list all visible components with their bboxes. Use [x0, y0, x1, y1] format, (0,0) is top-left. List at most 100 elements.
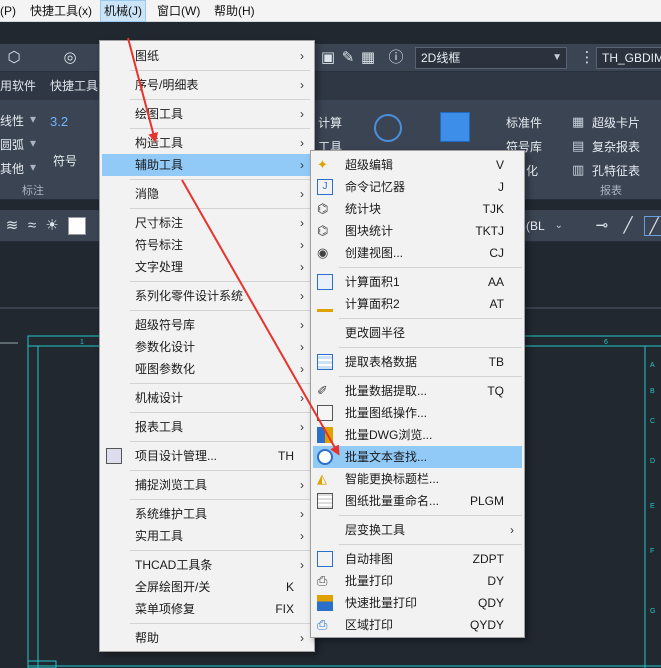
- dropdown-icon[interactable]: ⋮: [577, 48, 597, 68]
- menu-item-text-processing[interactable]: 文字处理 ›: [102, 256, 312, 278]
- submenu-item-batch-dwg-browse[interactable]: 批量DWG浏览...: [313, 424, 522, 446]
- menu-item-project-management[interactable]: 项目设计管理... TH: [102, 445, 312, 467]
- help-icon[interactable]: ⓘ: [386, 48, 406, 68]
- menu-item-thcad-toolbar[interactable]: THCAD工具条 ›: [102, 554, 312, 576]
- submenu-item-layer-transform[interactable]: 层变换工具 ›: [313, 519, 522, 541]
- menu-item-label: 统计块: [345, 202, 382, 216]
- menu-item-shortcut: TQ: [487, 384, 504, 398]
- roughness-icon[interactable]: 3.2: [50, 114, 68, 129]
- tab-software[interactable]: 用软件: [0, 72, 36, 100]
- menu-item-dumb-parametric[interactable]: 哑图参数化 ›: [102, 358, 312, 380]
- ribbon-super-card[interactable]: 超级卡片: [592, 114, 640, 131]
- submenu-item-batch-drawing-ops[interactable]: 批量图纸操作...: [313, 402, 522, 424]
- ribbon-digitize[interactable]: 化: [526, 162, 538, 179]
- render-icon[interactable]: ◎: [60, 48, 80, 68]
- menu-item-mechanical-design[interactable]: 机械设计 ›: [102, 387, 312, 409]
- save-icon[interactable]: ▣: [318, 48, 338, 68]
- lightbulb-icon[interactable]: ☀: [42, 216, 62, 236]
- dropdown-arrow-icon[interactable]: ▾: [30, 112, 36, 126]
- menu-item-aux-tools[interactable]: 辅助工具 ›: [102, 154, 312, 176]
- submenu-item-smart-titleblock[interactable]: ◭ 智能更换标题栏...: [313, 468, 522, 490]
- menu-item-label: 哑图参数化: [135, 362, 196, 376]
- chevron-right-icon: ›: [300, 289, 304, 303]
- ribbon-symbol[interactable]: 符号: [53, 152, 77, 169]
- submenu-item-auto-layout[interactable]: 自动排图 ZDPT: [313, 548, 522, 570]
- submenu-item-create-view[interactable]: ◉ 创建视图... CJ: [313, 242, 522, 264]
- hole-icon: ▥: [572, 162, 585, 177]
- menu-mechanical[interactable]: 机械(J): [100, 0, 146, 22]
- menu-item-fullscreen[interactable]: 全屏绘图开/关 K: [102, 576, 312, 598]
- ribbon-linear[interactable]: 线性: [0, 112, 24, 129]
- menu-item-label: 实用工具: [135, 529, 184, 543]
- menu-p[interactable]: (P): [0, 0, 16, 22]
- table-icon: ▦: [572, 114, 585, 129]
- menu-item-symbol-annotation[interactable]: 符号标注 ›: [102, 234, 312, 256]
- edit-icon[interactable]: ✎: [338, 48, 358, 68]
- menu-window[interactable]: 窗口(W): [157, 0, 200, 22]
- submenu-item-batch-text-find[interactable]: 批量文本查找...: [313, 446, 522, 468]
- submenu-item-batch-data-extract[interactable]: ✐ 批量数据提取... TQ: [313, 380, 522, 402]
- tab-quick-tools[interactable]: 快捷工具: [50, 72, 98, 100]
- chevron-right-icon: ›: [300, 529, 304, 543]
- chevron-right-icon: ›: [300, 362, 304, 376]
- color-swatch[interactable]: [68, 217, 86, 235]
- menu-item-hide[interactable]: 消隐 ›: [102, 183, 312, 205]
- menu-item-dimension[interactable]: 尺寸标注 ›: [102, 212, 312, 234]
- linetype-icon[interactable]: ⊸: [592, 216, 612, 236]
- menu-item-snap-browse[interactable]: 捕捉浏览工具 ›: [102, 474, 312, 496]
- submenu-item-count-blocks[interactable]: ⌬ 统计块 TJK: [313, 198, 522, 220]
- menu-help[interactable]: 帮助(H): [214, 0, 255, 22]
- submenu-item-quick-batch-print[interactable]: 快速批量打印 QDY: [313, 592, 522, 614]
- menu-item-label: 尺寸标注: [135, 216, 184, 230]
- group-report-label: 报表: [600, 185, 622, 197]
- cube-icon[interactable]: ⬡: [4, 48, 24, 68]
- menu-item-serial-bom[interactable]: 序号/明细表 ›: [102, 74, 312, 96]
- ribbon-calc[interactable]: 计算: [318, 114, 342, 131]
- submenu-item-change-radius[interactable]: 更改圆半径: [313, 322, 522, 344]
- menu-item-menu-repair[interactable]: 菜单项修复 FIX: [102, 598, 312, 620]
- submenu-item-block-stats[interactable]: ⌬ 图块统计 TKTJ: [313, 220, 522, 242]
- dim-style-select[interactable]: TH_GBDIM: [596, 47, 661, 69]
- submenu-item-command-memory[interactable]: J 命令记忆器 J: [313, 176, 522, 198]
- menu-item-shortcut: DY: [487, 574, 504, 588]
- submenu-item-super-edit[interactable]: ✦ 超级编辑 V: [313, 154, 522, 176]
- layer-icon[interactable]: ≋: [2, 216, 22, 236]
- menu-item-label: 提取表格数据: [345, 355, 418, 369]
- menu-item-shortcut: V: [495, 158, 504, 172]
- lineweight-icon[interactable]: ╱: [644, 216, 661, 236]
- 3d-blocks-icon[interactable]: [440, 112, 470, 142]
- visual-style-select[interactable]: 2D线框 ▼: [415, 47, 567, 69]
- dropdown-arrow-icon[interactable]: ▾: [30, 160, 36, 174]
- ribbon-standard-part[interactable]: 标准件: [506, 114, 542, 131]
- submenu-item-batch-print[interactable]: ⎙ 批量打印 DY: [313, 570, 522, 592]
- menu-item-utility-tools[interactable]: 实用工具 ›: [102, 525, 312, 547]
- menu-item-construct-tools[interactable]: 构造工具 ›: [102, 132, 312, 154]
- ribbon-arc[interactable]: 圆弧: [0, 136, 24, 153]
- submenu-item-area2[interactable]: 计算面积2 AT: [313, 293, 522, 315]
- ribbon-complex-report[interactable]: 复杂报表: [592, 138, 640, 155]
- rename-icon: [317, 493, 333, 509]
- submenu-item-extract-table[interactable]: 提取表格数据 TB: [313, 351, 522, 373]
- ribbon-hole-table[interactable]: 孔特征表: [592, 162, 640, 179]
- calculator-icon[interactable]: ▦: [358, 48, 378, 68]
- menu-item-label: 辅助工具: [135, 158, 184, 172]
- circle-tool-icon[interactable]: [374, 114, 402, 142]
- line-icon[interactable]: ╱: [618, 216, 638, 236]
- menu-item-draw-tools[interactable]: 绘图工具 ›: [102, 103, 312, 125]
- menu-item-parametric-design[interactable]: 参数化设计 ›: [102, 336, 312, 358]
- menu-item-help[interactable]: 帮助 ›: [102, 627, 312, 649]
- ribbon-other[interactable]: 其他: [0, 160, 24, 177]
- menu-quick-tools[interactable]: 快捷工具(x): [30, 0, 92, 22]
- dropdown-arrow-icon[interactable]: ▾: [30, 136, 36, 150]
- menu-item-serial-parts[interactable]: 系列化零件设计系统 ›: [102, 285, 312, 307]
- menu-item-system-maintenance[interactable]: 系统维护工具 ›: [102, 503, 312, 525]
- menu-separator: [130, 179, 310, 180]
- menu-item-super-symbol-lib[interactable]: 超级符号库 ›: [102, 314, 312, 336]
- submenu-item-region-print[interactable]: ⎙ 区域打印 QYDY: [313, 614, 522, 636]
- menu-item-shortcut: TKTJ: [475, 224, 504, 238]
- submenu-item-area1[interactable]: 计算面积1 AA: [313, 271, 522, 293]
- layer-state-icon[interactable]: ≈: [22, 216, 42, 236]
- menu-item-report-tools[interactable]: 报表工具 ›: [102, 416, 312, 438]
- submenu-item-batch-rename[interactable]: 图纸批量重命名... PLGM: [313, 490, 522, 512]
- menu-item-drawing-sheet[interactable]: 图纸 ›: [102, 45, 312, 67]
